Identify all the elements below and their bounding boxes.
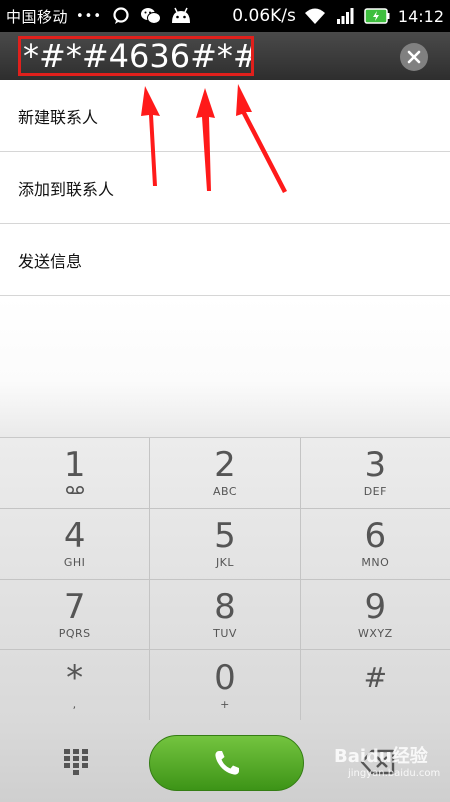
keypad-row: 1 2 ABC 3 DEF bbox=[0, 438, 450, 509]
clock: 14:12 bbox=[397, 6, 444, 26]
chat-bubble-icon bbox=[110, 5, 132, 27]
key-letters: JKL bbox=[215, 556, 235, 570]
key-digit: 8 bbox=[214, 586, 236, 627]
android-icon bbox=[170, 5, 192, 27]
dialer-bottom-bar: Baidu经验 jingyan.baidu.com bbox=[0, 720, 450, 802]
key-letters: MNO bbox=[361, 556, 390, 570]
key-8[interactable]: 8 TUV bbox=[150, 579, 301, 650]
key-digit: 7 bbox=[63, 586, 86, 627]
close-icon bbox=[407, 50, 421, 64]
key-9[interactable]: 9 WXYZ bbox=[301, 580, 450, 650]
network-speed: 0.06K/s bbox=[232, 6, 296, 26]
key-digit: # bbox=[363, 661, 388, 695]
dialed-number[interactable]: *#*#4636#*#* bbox=[18, 36, 254, 76]
key-letters: WXYZ bbox=[357, 626, 393, 640]
clear-button[interactable] bbox=[400, 43, 428, 71]
phone-icon bbox=[214, 751, 239, 775]
key-letters: ABC bbox=[212, 485, 238, 499]
key-digit: 9 bbox=[364, 586, 387, 627]
key-digit: 0 bbox=[214, 658, 236, 699]
send-message-option[interactable]: 发送信息 bbox=[0, 224, 450, 296]
key-7[interactable]: 7 PQRS bbox=[0, 579, 151, 650]
key-digit: 1 bbox=[63, 445, 86, 486]
key-4[interactable]: 4 GHI bbox=[0, 508, 151, 579]
wechat-icon bbox=[140, 5, 162, 27]
status-bar: 中国移动 ••• 0.06K/s 14:12 bbox=[0, 0, 450, 32]
baidu-watermark: Baidu经验 bbox=[334, 746, 428, 767]
keypad-row: * , 0 + # bbox=[0, 650, 450, 721]
key-1[interactable]: 1 bbox=[0, 438, 151, 508]
battery-icon bbox=[364, 5, 390, 27]
list-item-label: 发送信息 bbox=[18, 251, 83, 271]
key-3[interactable]: 3 DEF bbox=[301, 438, 450, 508]
key-digit: 5 bbox=[214, 516, 236, 557]
key-6[interactable]: 6 MNO bbox=[301, 509, 450, 579]
empty-area bbox=[0, 297, 450, 437]
add-to-contact-option[interactable]: 添加到联系人 bbox=[0, 152, 450, 224]
key-digit: * bbox=[66, 658, 84, 699]
key-digit: 4 bbox=[63, 516, 86, 557]
keypad-row: 7 PQRS 8 TUV 9 WXYZ bbox=[0, 579, 450, 651]
key-letters: , bbox=[72, 698, 77, 712]
number-action-list: 新建联系人 添加到联系人 发送信息 bbox=[0, 80, 450, 296]
key-letters: + bbox=[220, 698, 230, 712]
new-contact-option[interactable]: 新建联系人 bbox=[0, 80, 450, 152]
key-star[interactable]: * , bbox=[0, 650, 151, 721]
key-digit: 2 bbox=[214, 445, 236, 486]
dial-keypad: 1 2 ABC 3 DEF 4 GHI 5 JKL 6 MNO 7 PQRS 8… bbox=[0, 437, 450, 721]
key-digit: 3 bbox=[364, 445, 387, 486]
key-hash[interactable]: # bbox=[301, 650, 450, 721]
number-header: *#*#4636#*#* bbox=[0, 32, 450, 80]
key-2[interactable]: 2 ABC bbox=[150, 438, 301, 508]
key-0[interactable]: 0 + bbox=[150, 650, 301, 721]
key-letters: PQRS bbox=[58, 626, 91, 640]
key-letters: TUV bbox=[213, 626, 237, 640]
call-button[interactable] bbox=[149, 735, 304, 791]
carrier-name: 中国移动 bbox=[6, 7, 69, 26]
keypad-row: 4 GHI 5 JKL 6 MNO bbox=[0, 508, 450, 580]
baidu-watermark-url: jingyan.baidu.com bbox=[348, 768, 441, 779]
list-item-label: 添加到联系人 bbox=[18, 179, 115, 199]
wifi-icon bbox=[304, 5, 326, 27]
key-letters: DEF bbox=[363, 485, 387, 499]
dialpad-grid-icon bbox=[64, 749, 88, 775]
voicemail-icon bbox=[65, 485, 85, 498]
more-dots: ••• bbox=[76, 8, 103, 24]
key-digit: 6 bbox=[364, 516, 387, 557]
dialpad-toggle-button[interactable] bbox=[58, 746, 94, 776]
key-5[interactable]: 5 JKL bbox=[150, 508, 301, 579]
list-item-label: 新建联系人 bbox=[18, 107, 99, 127]
signal-icon bbox=[334, 5, 356, 27]
key-letters: GHI bbox=[63, 556, 86, 570]
